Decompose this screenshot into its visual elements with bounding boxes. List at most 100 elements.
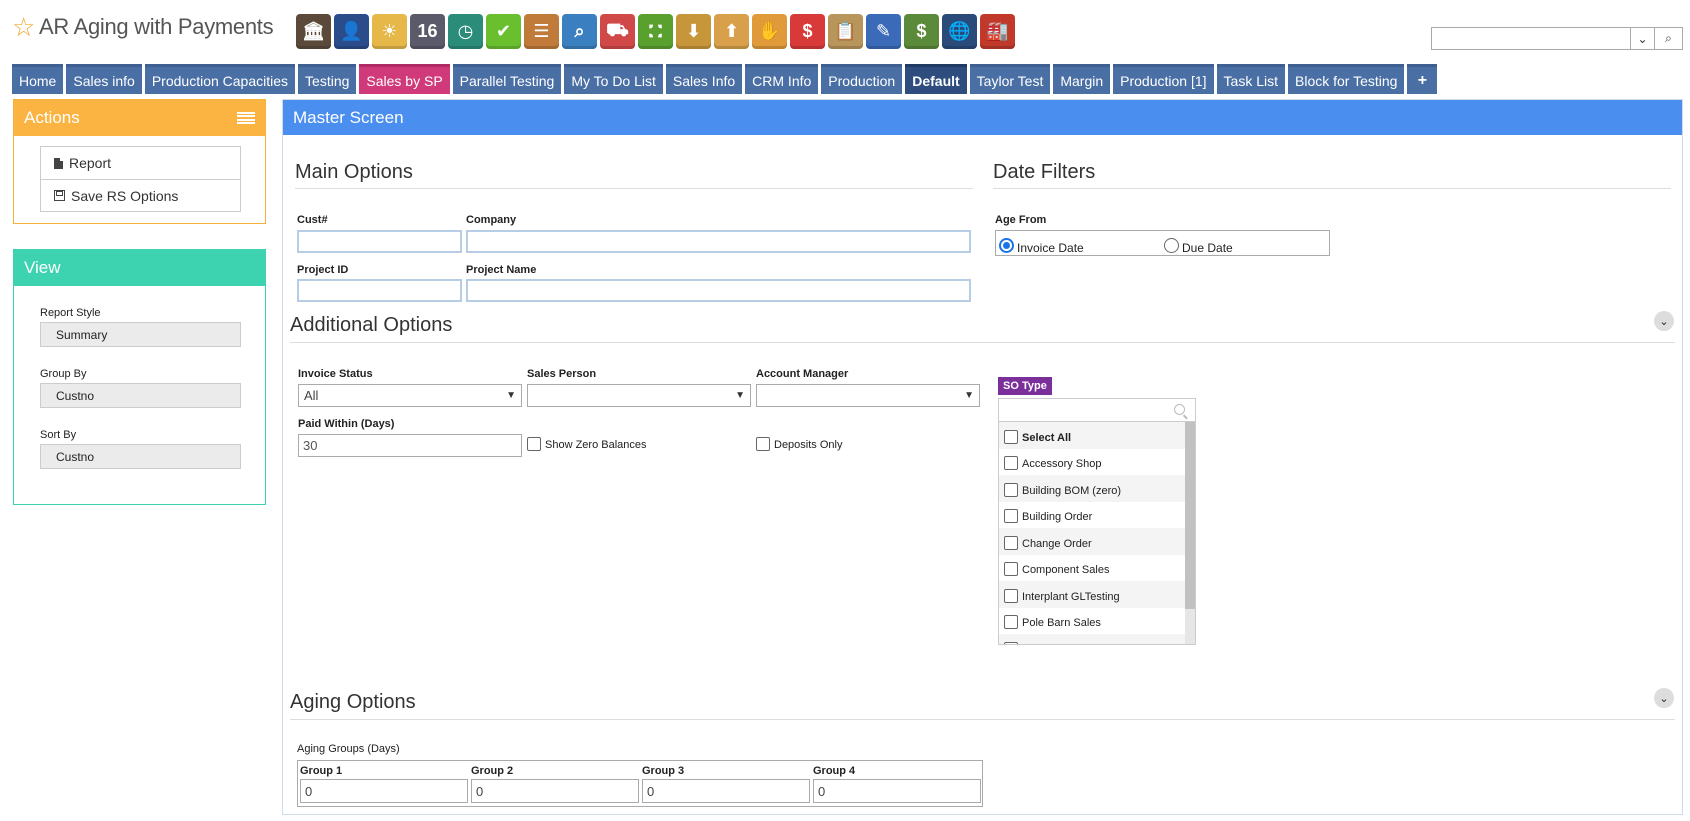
radio-unselected-icon[interactable] [1164, 238, 1179, 253]
tab-default[interactable]: Default [905, 64, 967, 94]
tab-production-capacities[interactable]: Production Capacities [144, 64, 296, 94]
tab-margin[interactable]: Margin [1053, 64, 1111, 94]
tab-sales-info[interactable]: Sales info [66, 64, 142, 94]
so-type-search-input[interactable] [999, 399, 1195, 422]
deposits-only-label: Deposits Only [774, 439, 843, 451]
group-2-input[interactable]: 0 [471, 779, 639, 803]
hamburger-menu-icon[interactable] [237, 111, 255, 125]
checkbox-icon[interactable] [527, 437, 541, 451]
user-icon[interactable]: 👤 [334, 14, 369, 49]
tab-my-to-do-list[interactable]: My To Do List [564, 64, 663, 94]
weather-icon[interactable]: ☀ [372, 14, 407, 49]
age-from-radio-group: Invoice Date Due Date [995, 230, 1330, 256]
clipboard-icon[interactable]: 📋 [828, 14, 863, 49]
page-title: AR Aging with Payments [39, 14, 274, 39]
so-type-item[interactable] [999, 634, 1186, 644]
report-button[interactable]: Report [41, 147, 240, 179]
cust-input[interactable] [297, 230, 462, 253]
factory-icon[interactable]: 🏭 [980, 14, 1015, 49]
invoice-date-radio[interactable]: Invoice Date [999, 236, 1084, 255]
so-type-item[interactable]: Component Sales [999, 555, 1186, 582]
so-type-item[interactable]: Change Order [999, 528, 1186, 555]
checkmark-icon[interactable]: ✔ [486, 14, 521, 49]
chevron-down-icon: ▼ [506, 390, 516, 401]
checkbox-icon[interactable] [1004, 641, 1018, 644]
collapse-additional-options-icon[interactable]: ⌄ [1654, 311, 1674, 331]
save-rs-options-button[interactable]: Save RS Options [41, 179, 240, 211]
checkbox-icon[interactable] [1004, 588, 1018, 603]
collapse-aging-options-icon[interactable]: ⌄ [1654, 688, 1674, 708]
tab-block-for-testing[interactable]: Block for Testing [1288, 64, 1405, 94]
project-id-input[interactable] [297, 279, 462, 302]
truck-icon[interactable]: ⛟ [600, 14, 635, 49]
star-outline-icon[interactable]: ☆ [12, 14, 35, 40]
search-icon[interactable]: ⌕ [1654, 28, 1682, 49]
list-icon[interactable]: ☰ [524, 14, 559, 49]
checkbox-icon[interactable] [756, 437, 770, 451]
tab-testing[interactable]: Testing [298, 64, 357, 94]
tab-taylor-test[interactable]: Taylor Test [969, 64, 1051, 94]
report-style-select[interactable]: Summary [40, 322, 241, 347]
app-title: ☆ AR Aging with Payments [12, 14, 274, 40]
checkbox-icon[interactable] [1004, 456, 1018, 470]
group-4-input[interactable]: 0 [813, 779, 981, 803]
phone-globe-icon[interactable]: 🌐 [942, 14, 977, 49]
group-by-select[interactable]: Custno [40, 383, 241, 408]
checkbox-icon[interactable] [1004, 562, 1018, 576]
tab-production[interactable]: Production [821, 64, 903, 94]
so-type-item[interactable]: Interplant GLTesting [999, 581, 1186, 608]
age-from-label: Age From [995, 214, 1047, 226]
company-input[interactable] [466, 230, 971, 253]
basket-icon[interactable]: ⛚ [638, 14, 673, 49]
magnifier-icon[interactable]: ⌕ [562, 14, 597, 49]
so-type-item[interactable]: Pole Barn Sales [999, 608, 1186, 635]
project-name-input[interactable] [466, 279, 971, 302]
invoice-status-select[interactable]: All ▼ [298, 384, 522, 407]
sort-by-label: Sort By [40, 429, 77, 441]
chevron-down-icon[interactable]: ⌄ [1630, 28, 1654, 49]
tab-parallel-testing[interactable]: Parallel Testing [452, 64, 562, 94]
so-type-item[interactable]: Building BOM (zero) [999, 475, 1186, 502]
download-box-icon[interactable]: ⬇ [676, 14, 711, 49]
search-input[interactable] [1432, 28, 1630, 49]
clock-icon[interactable]: ◷ [448, 14, 483, 49]
tab-crm-info[interactable]: CRM Info [745, 64, 819, 94]
tab-sales-by-sp[interactable]: Sales by SP [359, 64, 450, 94]
master-header: Master Screen [283, 100, 1682, 135]
show-zero-balances-checkbox[interactable]: Show Zero Balances [527, 437, 647, 451]
paid-within-input[interactable]: 30 [298, 434, 522, 457]
cust-label: Cust# [297, 214, 328, 226]
due-date-radio[interactable]: Due Date [1164, 236, 1233, 255]
add-tab-button[interactable]: + [1407, 64, 1438, 94]
cash-icon[interactable]: $ [904, 14, 939, 49]
tab-task-list[interactable]: Task List [1216, 64, 1285, 94]
checkbox-icon[interactable] [1004, 482, 1018, 497]
so-type-item[interactable]: Accessory Shop [999, 449, 1186, 476]
tab-production-1[interactable]: Production [1] [1113, 64, 1214, 94]
tab-sales-info[interactable]: Sales Info [665, 64, 743, 94]
bank-icon[interactable]: 🏛 [296, 14, 331, 49]
radio-selected-icon[interactable] [999, 238, 1014, 253]
account-manager-select[interactable]: ▼ [756, 384, 980, 407]
group-1-input[interactable]: 0 [300, 779, 468, 803]
pencil-icon[interactable]: ✎ [866, 14, 901, 49]
document-icon [54, 157, 63, 169]
upload-box-icon[interactable]: ⬆ [714, 14, 749, 49]
checkbox-icon[interactable] [1004, 615, 1018, 629]
tab-home[interactable]: Home [12, 64, 64, 94]
sales-person-select[interactable]: ▼ [527, 384, 751, 407]
so-type-item[interactable]: Building Order [999, 502, 1186, 529]
checkbox-icon[interactable] [1004, 429, 1018, 444]
dollar-bubble-icon[interactable]: $ [790, 14, 825, 49]
checkbox-icon[interactable] [1004, 535, 1018, 550]
hand-money-icon[interactable]: ✋ [752, 14, 787, 49]
calendar-icon[interactable]: 16 [410, 14, 445, 49]
deposits-only-checkbox[interactable]: Deposits Only [756, 437, 842, 451]
scrollbar-thumb[interactable] [1185, 422, 1195, 609]
so-type-scrollbar[interactable] [1185, 422, 1195, 644]
group-3-input[interactable]: 0 [642, 779, 810, 803]
checkbox-icon[interactable] [1004, 509, 1018, 523]
sort-by-select[interactable]: Custno [40, 444, 241, 469]
so-type-select-all[interactable]: Select All [999, 422, 1186, 449]
floppy-disk-icon [54, 190, 65, 201]
